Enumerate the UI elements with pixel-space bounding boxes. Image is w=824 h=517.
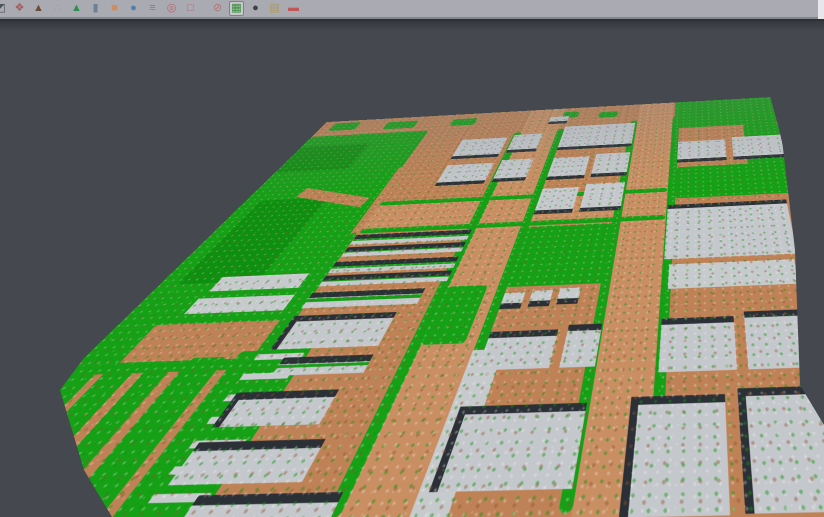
vegetation-patch (675, 162, 793, 199)
building-roof (559, 324, 602, 368)
paved-area (556, 288, 581, 305)
globe-icon[interactable]: ● (126, 1, 141, 16)
paved-area (499, 292, 525, 309)
orthophoto-icon[interactable]: ■ (107, 1, 122, 16)
flag-icon[interactable]: ▬ (286, 1, 301, 16)
building-roof (271, 354, 373, 375)
marker-disabled-icon[interactable]: ⊘ (210, 1, 225, 16)
paved-area (528, 290, 554, 307)
navigate-icon[interactable]: ❖ (12, 1, 27, 16)
building-roof (744, 309, 824, 370)
dem-icon[interactable]: ▲ (69, 1, 84, 16)
vegetation-patch (382, 121, 419, 130)
terrain-model-icon[interactable]: ▲ (31, 1, 46, 16)
building-roof (590, 152, 630, 177)
region-box-icon[interactable]: □ (183, 1, 198, 16)
terrain-model (0, 21, 824, 517)
report-icon[interactable]: ▤ (267, 1, 282, 16)
viewport-top-shade (0, 21, 824, 31)
camera-icon[interactable]: ● (248, 1, 263, 16)
building-roof (450, 137, 507, 159)
building-roof (435, 163, 494, 186)
building-roof (477, 329, 559, 370)
building-roof (737, 385, 824, 514)
building-roof (664, 199, 797, 259)
circle-select-icon[interactable]: ◎ (164, 1, 179, 16)
terrain-plane (0, 97, 824, 517)
toolbar-separator (202, 1, 210, 16)
vegetation-patch (598, 111, 619, 117)
3d-viewport[interactable] (0, 21, 824, 517)
building-roof (557, 123, 636, 150)
toolbar: ◩ ❖ ▲ ∴ ▲ ▮ ■ ● ≡ ◎ □ ⊘ ▦ ● ▤ ▬ (0, 0, 824, 19)
point-cloud-icon[interactable]: ∴ (50, 1, 65, 16)
building-roof (732, 135, 786, 160)
application-window: { "app": { "toolbar": { "background": "#… (0, 0, 824, 517)
building-roof (619, 394, 730, 517)
building-roof (301, 288, 425, 308)
building-roof (677, 139, 727, 162)
window-edge-highlight (818, 0, 824, 19)
layers-list-icon[interactable]: ≡ (145, 1, 160, 16)
vegetation-patch (328, 122, 361, 131)
building-roof (546, 156, 590, 180)
building-roof (658, 316, 737, 372)
building-roof (579, 182, 625, 212)
select-tool-icon[interactable]: ◩ (0, 1, 8, 16)
building-roof (548, 116, 569, 124)
building-roof (319, 270, 453, 286)
ruler-icon[interactable]: ▮ (88, 1, 103, 16)
vegetation-patch (449, 118, 478, 126)
paved-area (668, 259, 799, 289)
classification-view-icon[interactable]: ▦ (229, 1, 244, 16)
